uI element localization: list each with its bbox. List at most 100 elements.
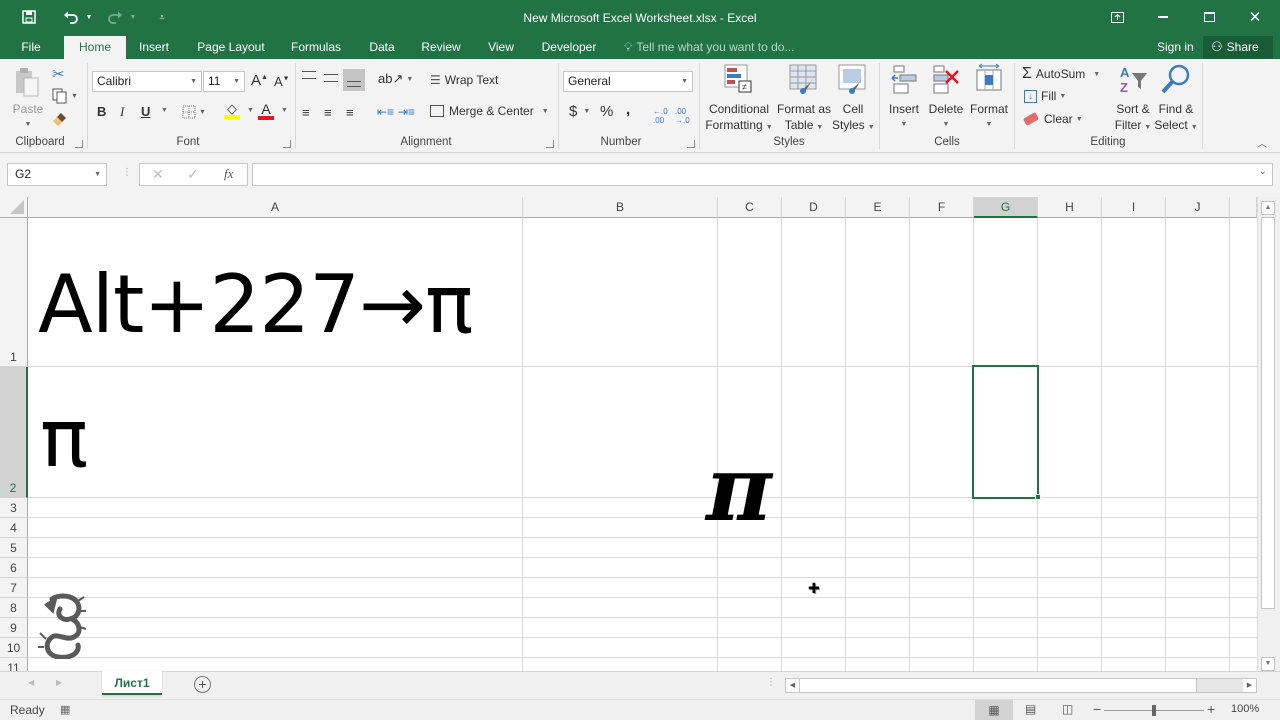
zoom-out-button[interactable]: − [1093,701,1101,717]
row-header-1[interactable]: 1 [0,218,28,367]
clear-button[interactable]: Clear ▼ [1022,112,1083,126]
sheet-tab-list1[interactable]: Лист1 [102,671,162,695]
page-layout-view-button[interactable]: ▤ [1025,702,1036,716]
italic-button[interactable]: I [120,104,124,120]
vertical-scrollbar[interactable]: ▲ ▼ [1257,197,1280,671]
cell-styles-button[interactable]: Cell Styles ▼ [832,63,875,136]
row-header-6[interactable]: 6 [0,558,28,578]
worksheet-grid[interactable]: A B C D E F G H I J 1 2 3 4 5 6 7 8 9 10… [0,197,1280,671]
tab-home[interactable]: Home [64,36,126,59]
delete-cells-button[interactable]: Delete ▼ [926,63,966,133]
find-select-button[interactable]: Find & Select ▼ [1154,63,1198,136]
minimize-button[interactable] [1140,0,1186,34]
font-color-dropdown[interactable]: ▼ [278,107,288,114]
tab-insert[interactable]: Insert [130,36,178,59]
align-right-button[interactable]: ≡ [346,105,354,120]
scroll-right-button[interactable]: ▶ [1243,679,1256,692]
vertical-scroll-thumb[interactable] [1261,217,1275,609]
column-header-a[interactable]: A [28,197,523,218]
currency-button[interactable]: $ ▼ [569,103,590,120]
row-header-7[interactable]: 7 [0,578,28,598]
borders-button[interactable]: ▼ [182,105,206,119]
row-header-5[interactable]: 5 [0,538,28,558]
font-name-box[interactable]: Calibri ▼ [92,71,202,92]
decrease-decimal-button[interactable]: .00 →.0 [675,107,690,125]
underline-dropdown[interactable]: ▼ [158,107,168,114]
number-format-box[interactable]: General ▼ [563,71,693,92]
name-box-dropdown[interactable]: ▼ [94,164,101,185]
percent-button[interactable]: % [600,103,613,120]
align-left-button[interactable]: ≡ [302,105,310,120]
tab-data[interactable]: Data [362,36,402,59]
tab-review[interactable]: Review [414,36,468,59]
font-color-button[interactable]: A [258,102,274,120]
scroll-left-button[interactable]: ◀ [786,679,799,692]
zoom-level[interactable]: 100% [1231,703,1259,715]
tell-me-box[interactable]: 💡︎ Tell me what you want to do... [624,36,795,59]
new-sheet-button[interactable]: + [194,676,211,693]
increase-font-button[interactable]: A▲ [251,72,268,89]
tab-view[interactable]: View [480,36,522,59]
expand-formula-bar-icon[interactable]: ⌄ [1259,166,1267,177]
tab-developer[interactable]: Developer [534,36,604,59]
cell-a1[interactable]: Alt+227→π [38,259,473,351]
zoom-slider-thumb[interactable] [1152,705,1156,716]
column-header-i[interactable]: I [1102,197,1166,218]
paste-button[interactable]: Paste ▼ [10,63,46,133]
select-all-button[interactable] [0,197,28,218]
insert-function-button[interactable]: fx [224,166,233,182]
row-header-8[interactable]: 8 [0,598,28,618]
clipboard-launcher[interactable] [75,140,83,148]
format-cells-button[interactable]: Format ▼ [968,63,1010,133]
horizontal-scrollbar[interactable]: ◀ ▶ [785,678,1257,693]
merge-center-button[interactable]: Merge & Center ▼ [430,104,549,118]
insert-cells-button[interactable]: Insert ▼ [884,63,924,133]
column-header-k[interactable] [1230,197,1257,218]
horizontal-scroll-thumb[interactable] [799,679,1197,692]
page-break-view-button[interactable]: ◫ [1062,702,1073,716]
close-button[interactable]: ✕ [1232,0,1278,34]
row-header-11[interactable]: 11 [0,658,28,671]
scroll-down-button[interactable]: ▼ [1261,657,1275,671]
underline-button[interactable]: U [141,104,150,119]
name-box[interactable]: G2 ▼ [7,163,107,186]
conditional-formatting-button[interactable]: ≠ Conditional Formatting ▼ [704,63,774,136]
dragon-picture[interactable] [38,593,88,660]
formula-bar-grip[interactable]: ⋮ [122,167,132,178]
orientation-button[interactable]: ab↗ ▼ [378,71,413,87]
font-launcher[interactable] [283,140,291,148]
column-header-h[interactable]: H [1038,197,1102,218]
formula-input[interactable]: ⌄ [252,163,1273,186]
copy-button[interactable]: ▼ [52,88,78,104]
pi-shape-object[interactable]: π [706,439,772,539]
row-header-4[interactable]: 4 [0,518,28,538]
autosum-button[interactable]: Σ AutoSum ▼ [1022,65,1100,83]
tab-page-layout[interactable]: Page Layout [190,36,272,59]
comma-button[interactable]: , [626,101,630,118]
column-header-g[interactable]: G [974,197,1038,218]
decrease-font-button[interactable]: A▼ [274,74,290,89]
confirm-entry-icon[interactable]: ✓ [187,166,199,183]
middle-align-button[interactable] [324,74,338,82]
fill-button[interactable]: ↓ Fill ▼ [1024,89,1066,103]
maximize-button[interactable] [1186,0,1232,34]
active-cell-g2[interactable] [972,365,1039,499]
zoom-slider[interactable] [1104,705,1204,716]
macro-record-icon[interactable]: ▦ [60,703,70,716]
row-header-3[interactable]: 3 [0,498,28,518]
column-header-b[interactable]: B [523,197,718,218]
top-align-button[interactable] [302,71,316,79]
share-button[interactable]: ⚇ Share [1203,36,1273,59]
tab-split-handle[interactable]: ⋮ [766,677,776,688]
format-painter-button[interactable] [52,111,68,127]
decrease-indent-button[interactable]: ⇤≡ [377,105,394,119]
row-header-2[interactable]: 2 [0,367,28,498]
scroll-up-button[interactable]: ▲ [1261,201,1275,215]
cut-button[interactable]: ✂ [52,65,65,83]
align-center-button[interactable]: ≡ [324,105,332,120]
font-size-box[interactable]: 11 ▼ [203,71,245,92]
wrap-text-button[interactable]: ☰ Wrap Text [430,73,498,87]
row-header-10[interactable]: 10 [0,638,28,658]
increase-decimal-button[interactable]: ←.0.00 [653,107,668,125]
row-header-9[interactable]: 9 [0,618,28,638]
